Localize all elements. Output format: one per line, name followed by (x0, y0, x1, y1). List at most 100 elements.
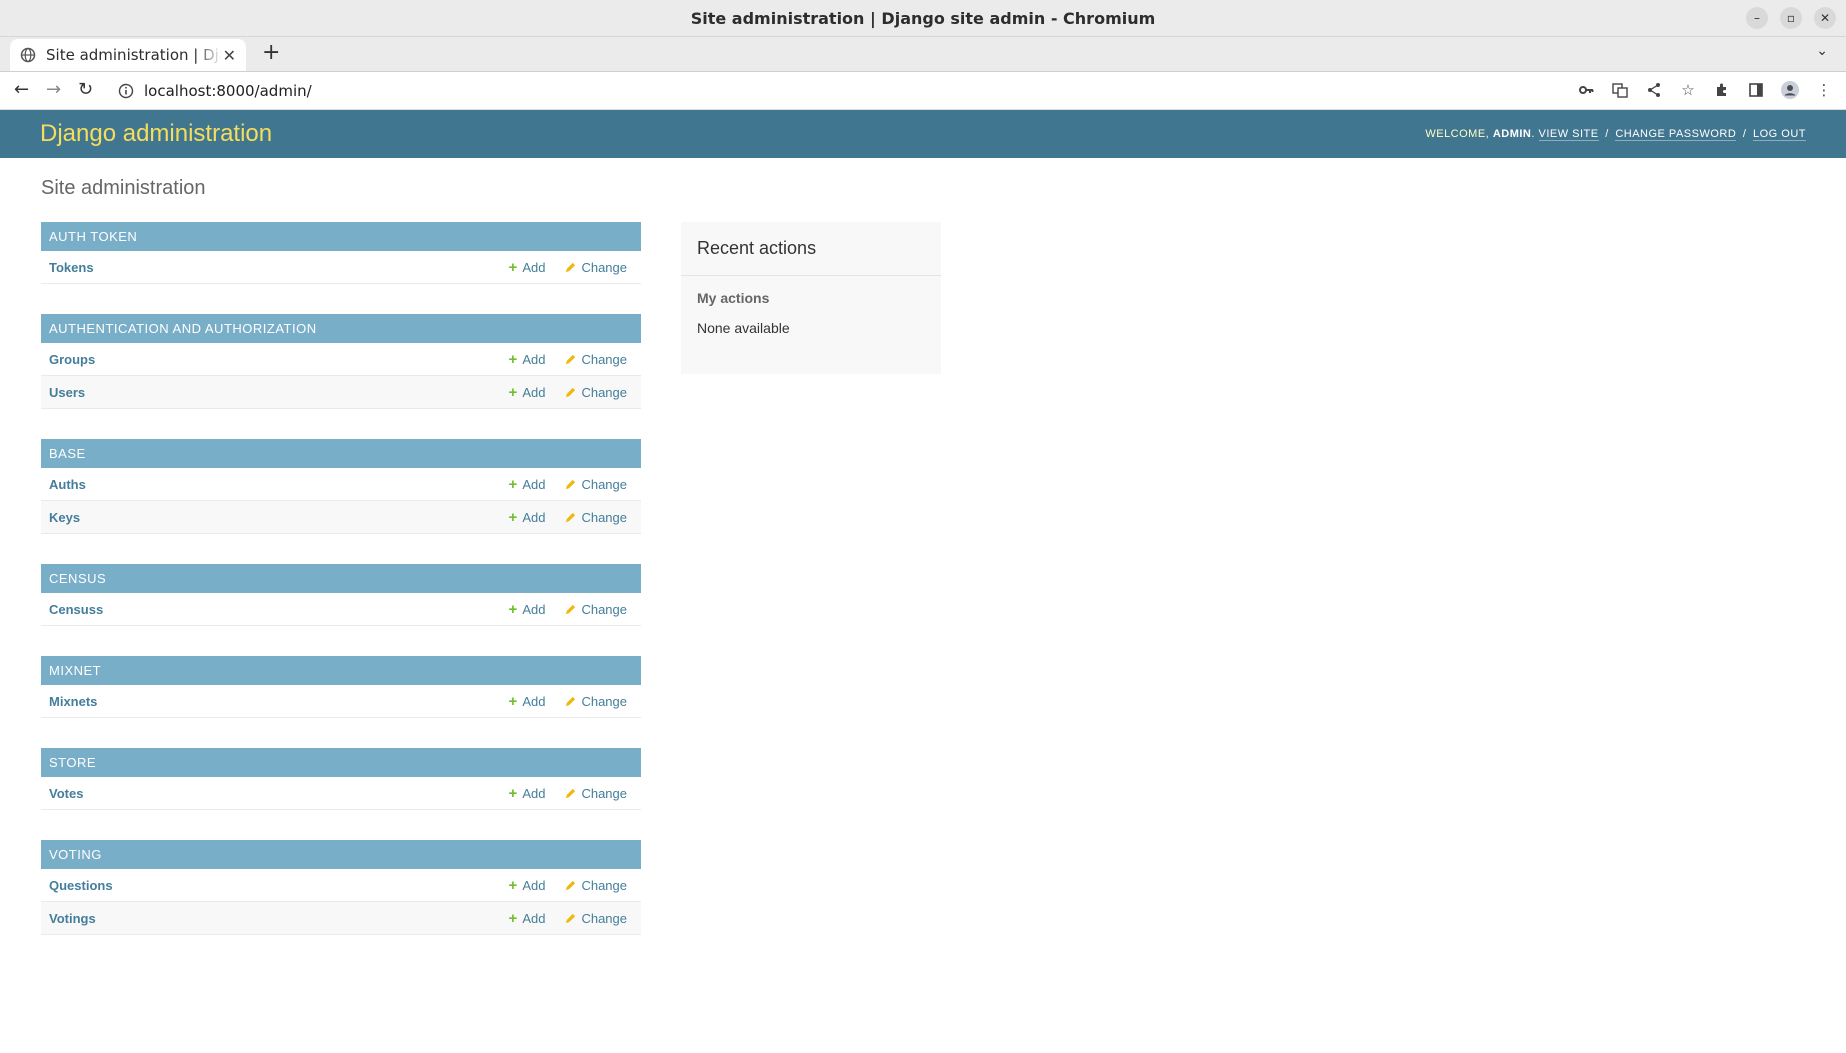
add-link[interactable]: + Add (509, 260, 546, 275)
model-link[interactable]: Groups (49, 352, 489, 367)
app-module: Census Censuss + Add Change (41, 564, 641, 626)
change-link[interactable]: Change (565, 786, 627, 801)
change-link[interactable]: Change (565, 694, 627, 709)
add-link[interactable]: + Add (509, 477, 546, 492)
add-link[interactable]: + Add (509, 510, 546, 525)
model-link[interactable]: Auths (49, 477, 489, 492)
site-branding[interactable]: Django administration (40, 120, 272, 148)
model-link[interactable]: Keys (49, 510, 489, 525)
window-controls: – ▫ ✕ (1746, 7, 1836, 29)
translate-icon[interactable] (1610, 80, 1630, 100)
model-row: Votes + Add Change (41, 777, 641, 810)
plus-icon: + (508, 600, 518, 618)
model-row: Auths + Add Change (41, 468, 641, 501)
change-link[interactable]: Change (565, 911, 627, 926)
model-row: Votings + Add Change (41, 902, 641, 935)
app-caption[interactable]: Mixnet (41, 656, 641, 685)
new-tab-button[interactable]: + (262, 40, 280, 65)
separator: / (1605, 128, 1609, 140)
profile-avatar-icon[interactable] (1780, 80, 1800, 100)
tab-close-icon[interactable]: ✕ (223, 46, 236, 65)
key-icon[interactable] (1576, 80, 1596, 100)
side-panel-icon[interactable] (1746, 80, 1766, 100)
add-link[interactable]: + Add (509, 786, 546, 801)
add-link[interactable]: + Add (509, 694, 546, 709)
change-link[interactable]: Change (565, 602, 627, 617)
app-list: Auth Token Tokens + Add Change Authentication… (41, 222, 641, 965)
app-module: Store Votes + Add Change (41, 748, 641, 810)
close-window-icon[interactable]: ✕ (1814, 7, 1836, 29)
pencil-icon (566, 354, 576, 364)
app-caption[interactable]: Auth Token (41, 222, 641, 251)
change-label: Change (581, 601, 627, 617)
add-label: Add (522, 693, 546, 709)
share-icon[interactable] (1644, 80, 1664, 100)
change-label: Change (581, 259, 627, 275)
add-link[interactable]: + Add (509, 385, 546, 400)
pencil-icon (566, 880, 576, 890)
change-label: Change (581, 509, 627, 525)
change-label: Change (581, 693, 627, 709)
model-row: Keys + Add Change (41, 501, 641, 534)
minimize-icon[interactable]: – (1746, 7, 1768, 29)
kebab-menu-icon[interactable]: ⋮ (1814, 80, 1834, 100)
log-out-link[interactable]: Log out (1752, 128, 1806, 141)
app-caption[interactable]: Base (41, 439, 641, 468)
change-password-link[interactable]: Change password (1615, 128, 1737, 141)
user-tools: Welcome, admin. View site / Change passw… (1425, 128, 1806, 141)
change-link[interactable]: Change (565, 352, 627, 367)
browser-tab[interactable]: Site administration | Django site admin … (10, 39, 246, 71)
add-link[interactable]: + Add (509, 352, 546, 367)
app-caption[interactable]: Census (41, 564, 641, 593)
plus-icon: + (508, 383, 518, 401)
model-link[interactable]: Tokens (49, 260, 489, 275)
change-label: Change (581, 351, 627, 367)
url-text[interactable]: localhost:8000/admin/ (144, 82, 312, 100)
app-caption[interactable]: Authentication and Authorization (41, 314, 641, 343)
forward-button[interactable]: → (46, 79, 61, 100)
tab-search-icon[interactable]: ⌄ (1816, 43, 1828, 59)
app-module: Authentication and Authorization Groups + A… (41, 314, 641, 409)
pencil-icon (566, 696, 576, 706)
change-link[interactable]: Change (565, 260, 627, 275)
plus-icon: + (508, 784, 518, 802)
address-bar[interactable]: localhost:8000/admin/ (118, 78, 312, 104)
view-site-link[interactable]: View site (1538, 128, 1599, 141)
add-link[interactable]: + Add (509, 878, 546, 893)
site-info-icon[interactable] (118, 83, 134, 99)
model-row: Questions + Add Change (41, 869, 641, 902)
add-label: Add (522, 785, 546, 801)
maximize-icon[interactable]: ▫ (1780, 7, 1802, 29)
change-link[interactable]: Change (565, 510, 627, 525)
pencil-icon (566, 479, 576, 489)
add-label: Add (522, 910, 546, 926)
model-link[interactable]: Votes (49, 786, 489, 801)
bookmark-star-icon[interactable]: ☆ (1678, 80, 1698, 100)
model-link[interactable]: Censuss (49, 602, 489, 617)
extensions-icon[interactable] (1712, 80, 1732, 100)
add-label: Add (522, 877, 546, 893)
add-link[interactable]: + Add (509, 602, 546, 617)
model-link[interactable]: Mixnets (49, 694, 489, 709)
model-link[interactable]: Questions (49, 878, 489, 893)
django-header: Django administration Welcome, admin. Vi… (0, 110, 1846, 158)
model-link[interactable]: Votings (49, 911, 489, 926)
pencil-icon (566, 913, 576, 923)
no-actions-text: None available (697, 320, 790, 336)
back-button[interactable]: ← (14, 79, 29, 100)
reload-button[interactable]: ↻ (78, 79, 93, 100)
add-label: Add (522, 384, 546, 400)
browser-toolbar: ← → ↻ localhost:8000/admin/ ☆ ⋮ (0, 72, 1846, 110)
app-caption[interactable]: Voting (41, 840, 641, 869)
change-link[interactable]: Change (565, 385, 627, 400)
toolbar-actions: ☆ ⋮ (1576, 80, 1834, 100)
model-row: Tokens + Add Change (41, 251, 641, 284)
model-link[interactable]: Users (49, 385, 489, 400)
change-label: Change (581, 910, 627, 926)
change-link[interactable]: Change (565, 477, 627, 492)
add-link[interactable]: + Add (509, 911, 546, 926)
app-caption[interactable]: Store (41, 748, 641, 777)
recent-actions-panel: Recent actions My actions None available (681, 222, 941, 374)
change-link[interactable]: Change (565, 878, 627, 893)
add-label: Add (522, 351, 546, 367)
